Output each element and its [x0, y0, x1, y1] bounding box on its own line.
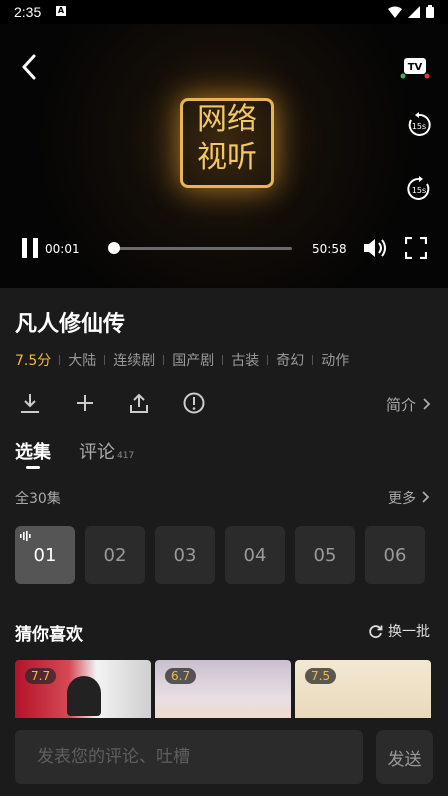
- current-time: 00:01: [45, 242, 80, 256]
- episode-button[interactable]: 06: [365, 526, 425, 584]
- recommend-score: 7.7: [25, 668, 57, 684]
- divider: [312, 355, 314, 365]
- tab-episodes[interactable]: 选集: [15, 438, 51, 464]
- progress-knob[interactable]: [108, 242, 120, 254]
- volume-icon[interactable]: [362, 236, 388, 260]
- status-time: 2:35: [14, 4, 42, 20]
- tab-bar: 选集 评论 417: [15, 438, 134, 464]
- episodes-total: 全30集: [15, 491, 61, 507]
- tv-cast-icon: TV: [400, 58, 430, 79]
- add-icon[interactable]: [74, 392, 96, 414]
- refresh-button[interactable]: 换一批: [368, 621, 430, 641]
- episode-button[interactable]: 01: [15, 526, 75, 584]
- tab-indicator: [26, 466, 40, 469]
- episodes-more-link[interactable]: 更多: [388, 488, 430, 508]
- show-meta: 7.5分 大陆 连续剧 国产剧 古装 奇幻 动作: [15, 350, 349, 370]
- tag[interactable]: 连续剧: [113, 350, 155, 370]
- player-controls: 00:01 50:58: [0, 232, 448, 262]
- recommend-score: 6.7: [165, 668, 197, 684]
- download-icon[interactable]: [19, 392, 41, 414]
- tab-comments[interactable]: 评论 417: [79, 438, 134, 464]
- video-player[interactable]: TV 15s 15s 网络视听 00:01 50:58: [0, 24, 448, 288]
- episode-number: 01: [33, 544, 57, 566]
- divider: [59, 355, 61, 365]
- duration: 50:58: [312, 242, 347, 256]
- forward-label: 15s: [412, 186, 426, 195]
- share-icon[interactable]: [128, 392, 150, 414]
- episode-button[interactable]: 03: [155, 526, 215, 584]
- tag[interactable]: 大陆: [68, 350, 96, 370]
- episode-button[interactable]: 04: [225, 526, 285, 584]
- episode-list: 01 02 03 04 05 06: [15, 526, 425, 584]
- poster-figure: [67, 676, 101, 716]
- back-arrow-icon[interactable]: [18, 54, 40, 80]
- tv-cast-button[interactable]: TV: [400, 56, 430, 84]
- pause-icon-bar: [22, 238, 27, 258]
- action-bar: [0, 390, 448, 418]
- playing-icon: [20, 531, 31, 541]
- show-title: 凡人修仙传: [15, 312, 126, 337]
- forward-icon: 15s: [407, 176, 430, 200]
- comment-input[interactable]: [15, 730, 359, 784]
- send-button[interactable]: 发送: [376, 730, 433, 784]
- divider: [163, 355, 165, 365]
- tag[interactable]: 奇幻: [276, 350, 304, 370]
- rewind-label: 15s: [412, 122, 426, 131]
- notification-a-icon: A: [56, 6, 66, 16]
- status-bar: 2:35 A: [0, 0, 448, 24]
- battery-icon: [426, 5, 434, 18]
- forward-15s-button[interactable]: 15s: [406, 176, 432, 206]
- status-right-icons: [388, 5, 434, 18]
- intro-label: 简介: [386, 396, 417, 414]
- episode-number: 02: [103, 544, 127, 566]
- episode-number: 05: [313, 544, 337, 566]
- intro-link[interactable]: 简介: [386, 394, 431, 415]
- episode-number: 04: [243, 544, 267, 566]
- signal-icon: [408, 5, 420, 18]
- recommend-card[interactable]: 7.7: [15, 660, 151, 724]
- fullscreen-icon[interactable]: [405, 237, 427, 259]
- rewind-icon: 15s: [408, 112, 431, 136]
- divider: [222, 355, 224, 365]
- refresh-label: 换一批: [388, 624, 430, 640]
- chevron-right-icon: [423, 398, 431, 410]
- tag[interactable]: 国产剧: [172, 350, 214, 370]
- episode-number: 06: [383, 544, 407, 566]
- recommend-title: 猜你喜欢: [15, 625, 83, 645]
- show-score: 7.5分: [15, 353, 52, 369]
- report-icon[interactable]: [183, 392, 205, 414]
- divider: [267, 355, 269, 365]
- chevron-right-icon: [422, 491, 430, 503]
- recommend-card[interactable]: 7.5: [295, 660, 431, 724]
- more-label: 更多: [388, 491, 416, 507]
- tv-label: TV: [408, 62, 423, 73]
- wifi-icon: [388, 6, 402, 18]
- recommend-list: 7.7 6.7 7.5: [15, 660, 431, 724]
- pause-button[interactable]: [22, 238, 40, 258]
- rewind-15s-button[interactable]: 15s: [406, 112, 432, 142]
- refresh-icon: [369, 624, 383, 638]
- comments-count: 417: [117, 451, 135, 461]
- tag[interactable]: 动作: [321, 350, 349, 370]
- episode-button[interactable]: 02: [85, 526, 145, 584]
- recommend-card[interactable]: 6.7: [155, 660, 291, 724]
- tab-comments-label: 评论: [79, 442, 115, 463]
- progress-bar[interactable]: [112, 247, 292, 250]
- tag[interactable]: 古装: [231, 350, 259, 370]
- episode-button[interactable]: 05: [295, 526, 355, 584]
- episode-number: 03: [173, 544, 197, 566]
- pause-icon-bar: [33, 238, 38, 258]
- recommend-score: 7.5: [305, 668, 337, 684]
- divider: [104, 355, 106, 365]
- comment-bar: 发送: [0, 718, 448, 796]
- channel-logo: 网络视听: [180, 98, 274, 188]
- comment-input-wrapper: [15, 730, 363, 784]
